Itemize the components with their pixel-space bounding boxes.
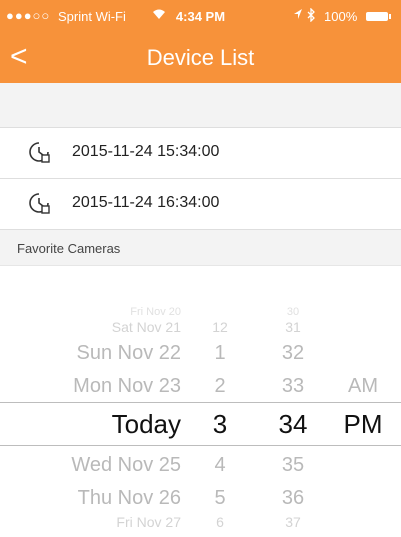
picker-date-selected[interactable]: Today	[112, 409, 181, 440]
picker-minute-option[interactable]: 30	[270, 306, 316, 318]
picker-hour-option[interactable]: 5	[205, 487, 235, 510]
picker-minute-option[interactable]: 33	[270, 375, 316, 398]
picker-hour-option[interactable]: 1	[205, 342, 235, 365]
device-list-item[interactable]: 2015-11-24 15:34:00	[0, 128, 401, 179]
picker-minute-selected[interactable]: 34	[270, 409, 316, 440]
picker-date-option[interactable]: Thu Nov 26	[78, 487, 181, 510]
picker-am-option[interactable]: AM	[338, 375, 388, 398]
picker-date-option[interactable]: Mon Nov 23	[73, 375, 181, 398]
picker-date-option[interactable]: Sat Nov 21	[112, 319, 181, 335]
bluetooth-icon	[306, 7, 316, 25]
battery-percent: 100%	[324, 9, 358, 24]
section-header: Favorite Cameras	[0, 230, 401, 266]
picker-hour-option[interactable]: 6	[205, 514, 235, 530]
device-datetime: 2015-11-24 16:34:00	[72, 194, 220, 211]
location-arrow-icon	[293, 8, 303, 23]
header-spacer	[0, 83, 401, 128]
history-clock-icon	[28, 192, 50, 214]
selection-indicator-bottom	[0, 445, 401, 446]
device-list-item[interactable]: 2015-11-24 16:34:00	[0, 179, 401, 230]
picker-date-option[interactable]: Wed Nov 25	[71, 454, 181, 477]
picker-date-option[interactable]: Sun Nov 22	[76, 342, 181, 365]
date-time-picker[interactable]: Fri Nov 20 Sat Nov 21 Sun Nov 22 Mon Nov…	[0, 266, 401, 537]
picker-hour-option[interactable]: 12	[205, 319, 235, 335]
navigation-bar: < Device List	[0, 32, 401, 83]
picker-date-option[interactable]: Fri Nov 20	[130, 306, 181, 318]
picker-ampm-selected[interactable]: PM	[338, 409, 388, 440]
battery-icon	[366, 12, 391, 21]
picker-hour-option[interactable]: 4	[205, 454, 235, 477]
picker-minute-option[interactable]: 37	[270, 514, 316, 530]
history-clock-icon	[28, 141, 50, 163]
picker-hour-option[interactable]: 2	[205, 375, 235, 398]
picker-date-option[interactable]: Fri Nov 27	[116, 514, 181, 530]
picker-minute-option[interactable]: 32	[270, 342, 316, 365]
picker-hour-selected[interactable]: 3	[205, 409, 235, 440]
picker-minute-option[interactable]: 36	[270, 487, 316, 510]
status-bar: ●●●○○ Sprint Wi-Fi 4:34 PM 100%	[0, 0, 401, 32]
picker-minute-option[interactable]: 31	[270, 319, 316, 335]
device-datetime: 2015-11-24 15:34:00	[72, 143, 220, 160]
section-title: Favorite Cameras	[17, 241, 121, 256]
picker-minute-option[interactable]: 35	[270, 454, 316, 477]
page-title: Device List	[146, 45, 255, 70]
selection-indicator-top	[0, 402, 401, 403]
